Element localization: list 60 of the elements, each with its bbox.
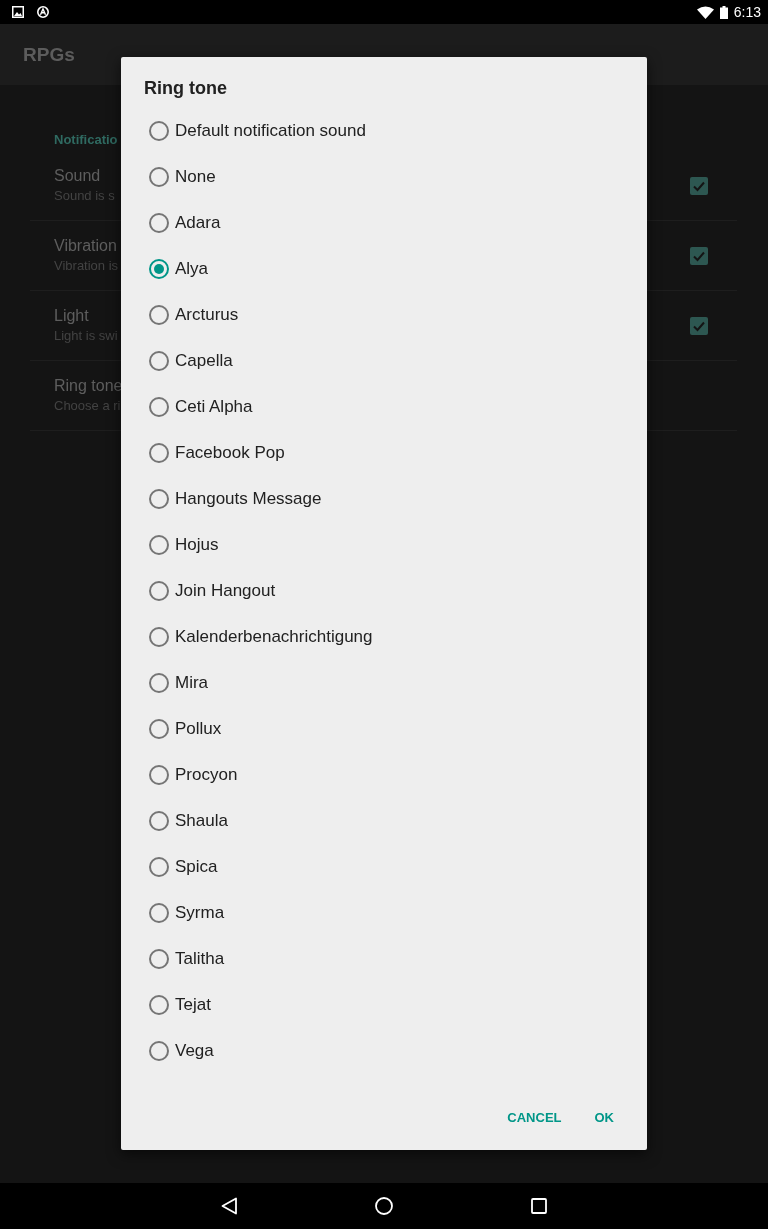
setting-title: Sound bbox=[54, 165, 101, 186]
radio-icon[interactable] bbox=[149, 857, 169, 877]
radio-icon[interactable] bbox=[149, 305, 169, 325]
ringtone-option[interactable]: Hangouts Message bbox=[149, 488, 322, 510]
radio-icon[interactable] bbox=[149, 535, 169, 555]
ringtone-option[interactable]: Kalenderbenachrichtigung bbox=[149, 626, 373, 648]
ringtone-option[interactable]: Capella bbox=[149, 350, 233, 372]
radio-icon[interactable] bbox=[149, 719, 169, 739]
circle-logo-icon bbox=[37, 6, 49, 18]
ringtone-option[interactable]: None bbox=[149, 166, 216, 188]
ringtone-option[interactable]: Procyon bbox=[149, 764, 238, 786]
battery-icon bbox=[719, 5, 728, 19]
ringtone-option[interactable]: Ceti Alpha bbox=[149, 396, 253, 418]
radio-icon[interactable] bbox=[149, 949, 169, 969]
checkbox[interactable] bbox=[690, 246, 708, 265]
ringtone-option[interactable]: Default notification sound bbox=[149, 120, 366, 142]
image-icon bbox=[12, 6, 24, 18]
radio-icon[interactable] bbox=[149, 443, 169, 463]
radio-icon[interactable] bbox=[149, 627, 169, 647]
checkbox[interactable] bbox=[690, 176, 708, 195]
ringtone-option[interactable]: Join Hangout bbox=[149, 580, 276, 602]
clock-time: 6:13 bbox=[733, 4, 761, 20]
radio-icon[interactable] bbox=[149, 121, 169, 141]
ringtone-option[interactable]: Talitha bbox=[149, 948, 225, 970]
ringtone-option[interactable]: Facebook Pop bbox=[149, 442, 285, 464]
radio-icon[interactable] bbox=[149, 351, 169, 371]
radio-icon[interactable] bbox=[149, 903, 169, 923]
radio-icon[interactable] bbox=[149, 213, 169, 233]
radio-icon[interactable] bbox=[149, 259, 169, 279]
setting-title: Light bbox=[54, 305, 89, 326]
setting-title: Vibration bbox=[54, 235, 117, 256]
ringtone-option[interactable]: Pollux bbox=[149, 718, 222, 740]
app-title: RPGs bbox=[23, 43, 75, 66]
ringtone-option[interactable]: Mira bbox=[149, 672, 209, 694]
ringtone-option[interactable]: Hojus bbox=[149, 534, 219, 556]
recent-apps-icon[interactable] bbox=[530, 1197, 548, 1215]
radio-icon[interactable] bbox=[149, 765, 169, 785]
ringtone-option[interactable]: Arcturus bbox=[149, 304, 239, 326]
ringtone-option[interactable]: Adara bbox=[149, 212, 221, 234]
ringtone-option[interactable]: Spica bbox=[149, 856, 218, 878]
wifi-icon bbox=[696, 5, 714, 19]
radio-icon[interactable] bbox=[149, 811, 169, 831]
radio-icon[interactable] bbox=[149, 581, 169, 601]
home-icon[interactable] bbox=[375, 1197, 393, 1215]
radio-icon[interactable] bbox=[149, 1041, 169, 1061]
ringtone-option[interactable]: Alya bbox=[149, 258, 209, 280]
setting-title: Ring tone bbox=[54, 375, 123, 396]
radio-icon[interactable] bbox=[149, 995, 169, 1015]
radio-icon[interactable] bbox=[149, 167, 169, 187]
dialog-title: Ring tone bbox=[144, 77, 227, 100]
ringtone-option[interactable]: Tejat bbox=[149, 994, 211, 1016]
checkbox[interactable] bbox=[690, 316, 708, 335]
section-header: Notificatio bbox=[54, 131, 118, 149]
ringtone-option[interactable]: Syrma bbox=[149, 902, 225, 924]
radio-icon[interactable] bbox=[149, 489, 169, 509]
ringtone-option[interactable]: Shaula bbox=[149, 810, 228, 832]
radio-icon[interactable] bbox=[149, 673, 169, 693]
ringtone-option[interactable]: Vega bbox=[149, 1040, 214, 1062]
back-icon[interactable] bbox=[220, 1197, 238, 1215]
radio-icon[interactable] bbox=[149, 397, 169, 417]
